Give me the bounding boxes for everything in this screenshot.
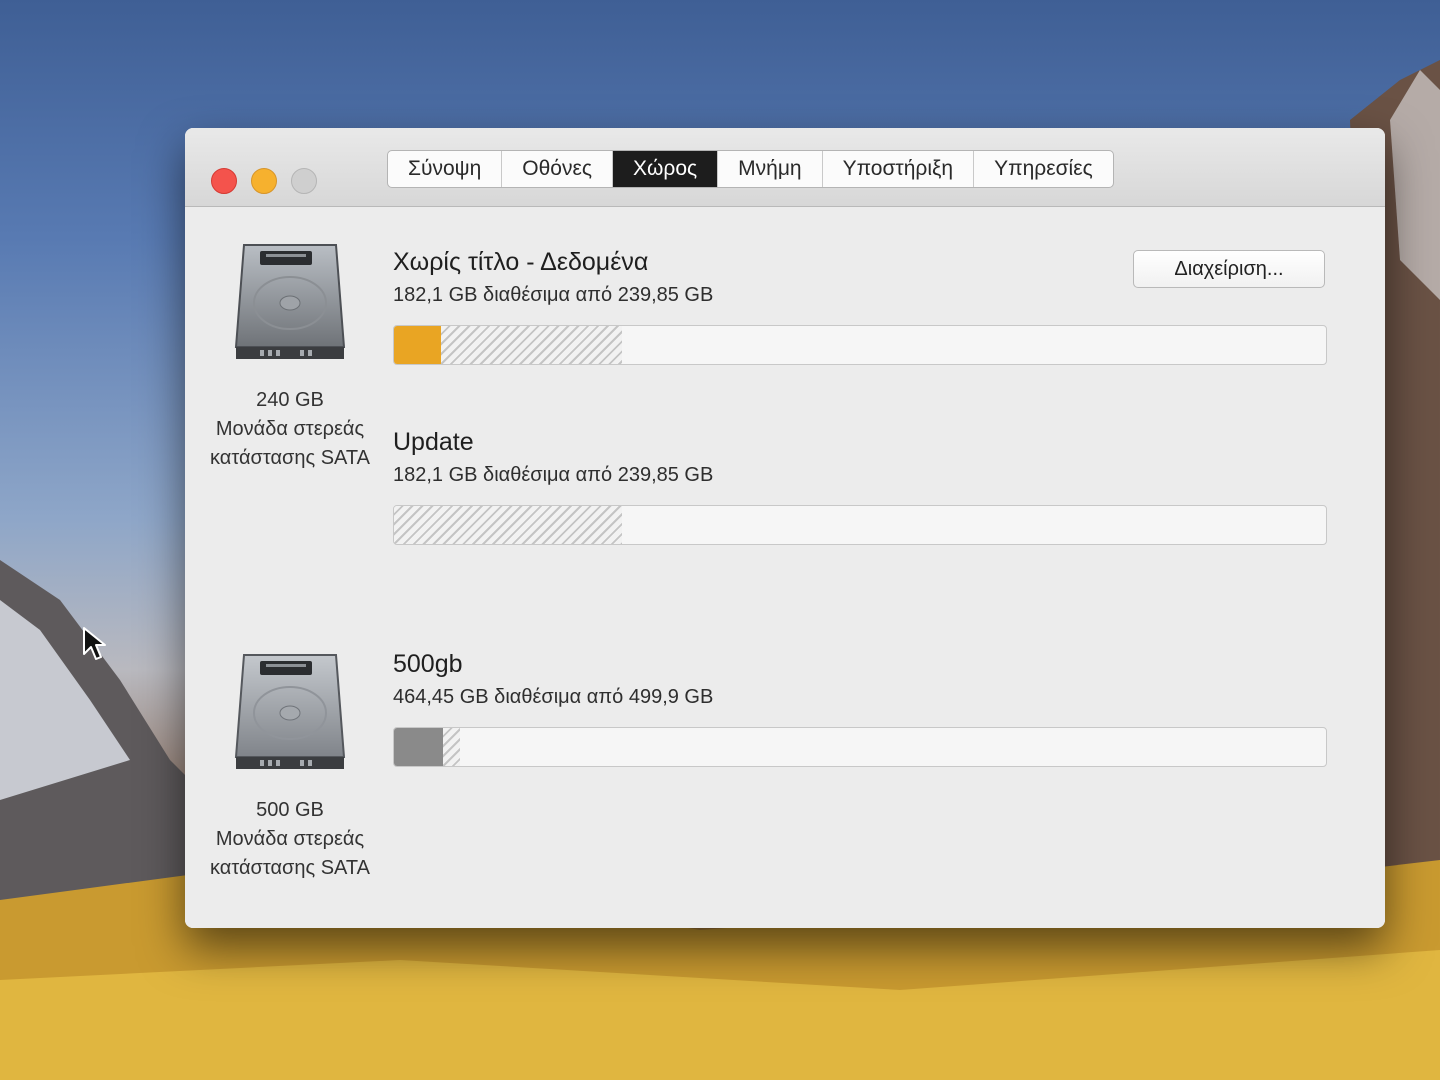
purgeable-space-segment [440,326,623,364]
close-button[interactable] [211,168,237,194]
drive-capacity: 240 GB [256,389,324,411]
storage-bar[interactable] [393,727,1327,767]
zoom-button[interactable] [291,168,317,194]
purgeable-space-segment [394,506,623,544]
volume-name: Update [393,428,474,456]
volume-500gb: 500gb 464,45 GB διαθέσιμα από 499,9 GB [393,647,1327,767]
drive-caption: 240 GB Μονάδα στερεάς κατάστασης SATA [185,386,395,473]
drive-capacity: 500 GB [256,799,324,821]
title-bar: Σύνοψη Οθόνες Χώρος Μνήμη Υποστήριξη Υπη… [185,128,1385,207]
mouse-pointer-icon [83,627,106,660]
tab-service[interactable]: Υπηρεσίες [974,151,1113,187]
storage-bar[interactable] [393,325,1327,365]
manage-button[interactable]: Διαχείριση... [1133,250,1325,288]
volume-name: 500gb [393,650,463,678]
drive-type-line1: Μονάδα στερεάς [215,828,365,850]
used-space-segment [394,326,442,364]
tab-overview[interactable]: Σύνοψη [388,151,503,187]
drive-240gb: 240 GB Μονάδα στερεάς κατάστασης SATA [185,237,395,473]
tab-displays[interactable]: Οθόνες [502,151,613,187]
tab-storage[interactable]: Χώρος [612,151,719,187]
minimize-button[interactable] [251,168,277,194]
hard-drive-icon [234,244,346,359]
tab-bar: Σύνοψη Οθόνες Χώρος Μνήμη Υποστήριξη Υπη… [387,150,1114,188]
drive-500gb: 500 GB Μονάδα στερεάς κατάστασης SATA [185,647,395,883]
drive-type-line1: Μονάδα στερεάς [215,418,365,440]
volume-update: Update 182,1 GB διαθέσιμα από 239,85 GB [393,425,1327,545]
volume-capacity-info: 464,45 GB διαθέσιμα από 499,9 GB [393,686,714,708]
hard-drive-icon [234,654,346,769]
tab-memory[interactable]: Μνήμη [718,151,823,187]
drive-caption: 500 GB Μονάδα στερεάς κατάστασης SATA [185,796,395,883]
drive-type-line2: κατάστασης SATA [210,447,370,469]
storage-bar[interactable] [393,505,1327,545]
used-space-segment [394,728,444,766]
tab-support[interactable]: Υποστήριξη [823,151,975,187]
volume-capacity-info: 182,1 GB διαθέσιμα από 239,85 GB [393,464,714,486]
system-info-window: Σύνοψη Οθόνες Χώρος Μνήμη Υποστήριξη Υπη… [185,128,1385,928]
purgeable-space-segment [443,728,461,766]
storage-pane: 240 GB Μονάδα στερεάς κατάστασης SATA 50… [185,207,1385,928]
drive-type-line2: κατάστασης SATA [210,857,370,879]
